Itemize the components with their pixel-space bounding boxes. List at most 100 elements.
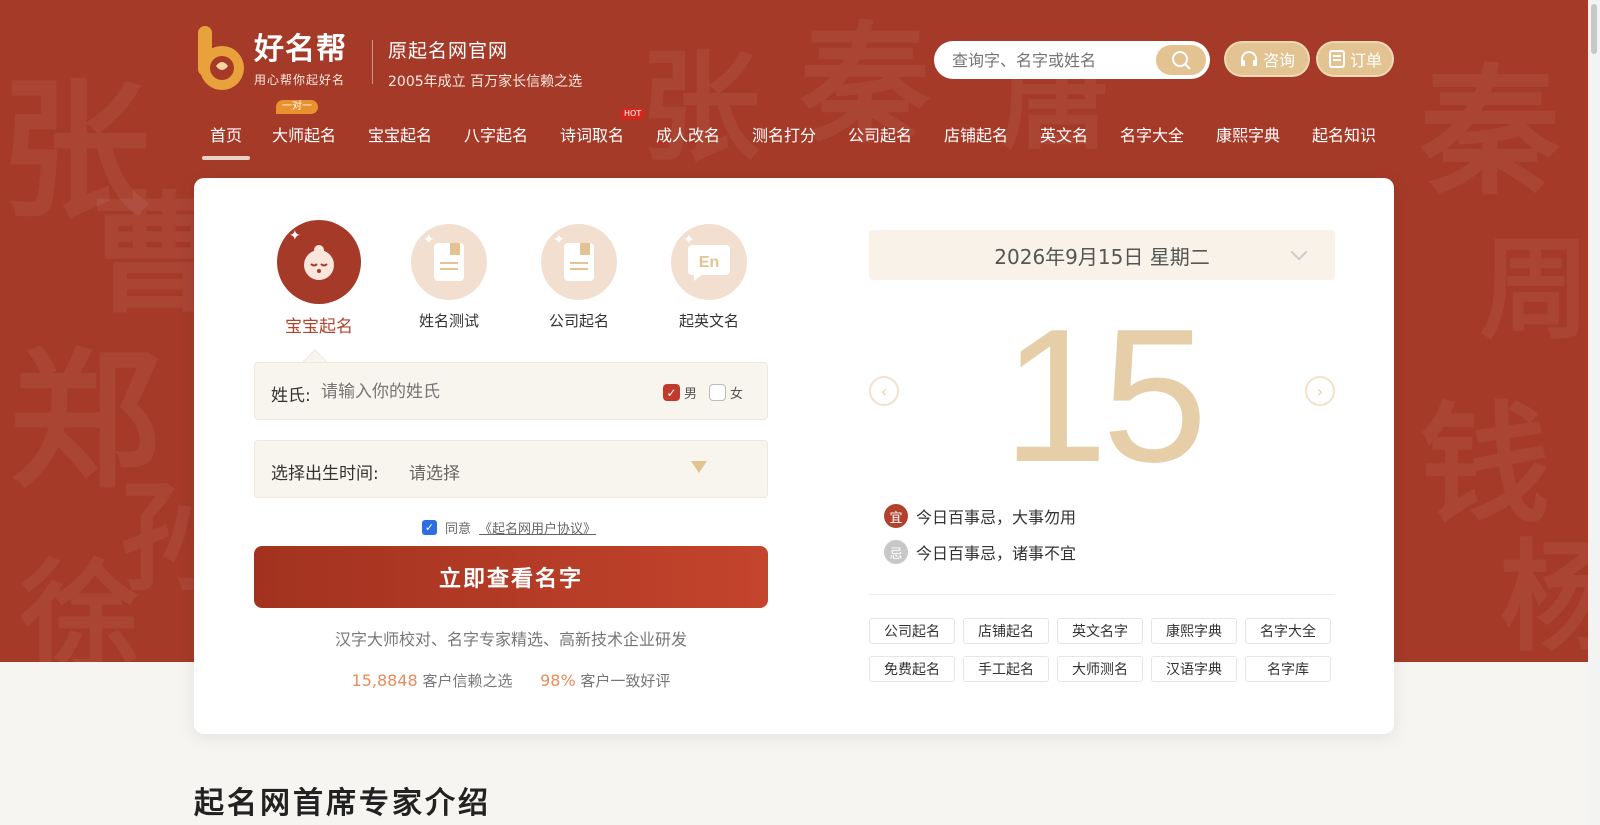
agree-text: 同意: [445, 522, 472, 537]
tab-label: 起英文名: [678, 312, 739, 330]
nav-label: 店铺起名: [943, 126, 1008, 145]
document-icon: ✦: [541, 224, 617, 300]
tab-name-test[interactable]: ✦ 姓名测试: [384, 224, 514, 337]
stats: 15,8848 客户信赖之选 98% 客户一致好评: [254, 670, 768, 691]
sparkle-icon: ✦: [289, 228, 301, 244]
tab-label: 公司起名: [548, 312, 609, 330]
quick-link[interactable]: 英文名字: [1057, 618, 1143, 644]
yi-badge: 宜: [884, 504, 908, 528]
order-label: 订单: [1349, 51, 1382, 70]
document-icon: ✦: [411, 224, 487, 300]
nav-bazi-naming[interactable]: 八字起名: [448, 118, 544, 160]
order-list-icon: [1328, 50, 1345, 68]
consult-button[interactable]: 咨询: [1224, 41, 1310, 77]
order-button[interactable]: 订单: [1316, 41, 1394, 77]
nav-company-naming[interactable]: 公司起名: [832, 118, 928, 160]
surname-row: 姓氏: ✓ 男 女: [254, 362, 768, 420]
baby-face-icon: ✦: [277, 220, 361, 304]
tagline: 汉字大师校对、名字专家精选、高新技术企业研发: [334, 630, 687, 649]
quick-link[interactable]: 康熙字典: [1151, 618, 1237, 644]
quick-link[interactable]: 店铺起名: [963, 618, 1049, 644]
search-button[interactable]: [1156, 45, 1206, 75]
agreement-link[interactable]: 《起名网用户协议》: [479, 518, 596, 537]
quick-link[interactable]: 手工起名: [963, 656, 1049, 682]
quick-links: 公司起名 店铺起名 英文名字 康熙字典 名字大全 免费起名 手工起名 大师测名 …: [869, 618, 1339, 682]
tab-baby-naming[interactable]: ✦ 宝宝起名: [254, 220, 384, 337]
brand-name: 好名帮: [254, 31, 347, 67]
sparkle-icon: ✦: [423, 232, 435, 248]
logo[interactable]: 好名帮 用心帮你起好名: [196, 26, 347, 92]
nav-baby-naming[interactable]: 宝宝起名: [352, 118, 448, 160]
scrollbar-thumb[interactable]: [1591, 4, 1597, 54]
nav-name-collection[interactable]: 名字大全: [1104, 118, 1200, 160]
next-day-button[interactable]: ›: [1305, 376, 1335, 406]
logo-mark-icon: [196, 26, 248, 92]
nav-label: 公司起名: [847, 126, 912, 145]
ji-badge: 忌: [884, 540, 908, 564]
header-divider: [372, 40, 373, 84]
quick-link[interactable]: 公司起名: [869, 618, 955, 644]
surname-input[interactable]: [321, 377, 651, 407]
birth-time-select[interactable]: 选择出生时间: 请选择: [254, 440, 768, 498]
nav-label: 成人改名: [655, 126, 720, 145]
consult-label: 咨询: [1262, 51, 1295, 70]
headset-icon: [1240, 51, 1257, 66]
search-input[interactable]: [934, 50, 1154, 70]
one-on-one-badge: 一对一: [276, 100, 318, 114]
nav-naming-knowledge[interactable]: 起名知识: [1296, 118, 1392, 160]
birth-label: 选择出生时间:: [271, 464, 379, 484]
search-icon: [1172, 51, 1191, 70]
gender-male-option[interactable]: ✓ 男: [663, 383, 697, 402]
tab-label: 宝宝起名: [285, 317, 353, 337]
female-checkbox[interactable]: [709, 384, 726, 401]
nav-adult-rename[interactable]: 成人改名: [640, 118, 736, 160]
suitable-row: 宜 今日百事忌，大事勿用: [884, 504, 1076, 528]
yi-text: 今日百事忌，大事勿用: [916, 508, 1077, 527]
nav-label: 康熙字典: [1215, 126, 1280, 145]
divider: [869, 594, 1335, 595]
nav-label: 起名知识: [1311, 126, 1376, 145]
en-bubble-icon: ✦ En: [671, 224, 747, 300]
quick-link[interactable]: 汉语字典: [1151, 656, 1237, 682]
nav-poetry-naming[interactable]: HOT 诗词取名: [544, 108, 646, 160]
site-subtitle: 2005年成立 百万家长信赖之选: [388, 74, 583, 90]
sparkle-icon: ✦: [553, 232, 565, 248]
gender-female-option[interactable]: 女: [709, 383, 743, 402]
male-checkbox[interactable]: ✓: [663, 384, 680, 401]
stat-customers-number: 15,8848: [351, 671, 418, 690]
tab-english-name[interactable]: ✦ En 起英文名: [644, 224, 774, 337]
big-day-number: 15: [1002, 290, 1207, 502]
chevron-right-icon: ›: [1316, 381, 1324, 401]
tab-company-naming[interactable]: ✦ 公司起名: [514, 224, 644, 337]
agree-checkbox[interactable]: ✓: [422, 520, 437, 535]
quick-link[interactable]: 名字大全: [1245, 618, 1331, 644]
nav-shop-naming[interactable]: 店铺起名: [928, 118, 1024, 160]
nav-kangxi-dictionary[interactable]: 康熙字典: [1200, 118, 1296, 160]
nav-label: 测名打分: [751, 126, 816, 145]
date-selector[interactable]: 2026年9月15日 星期二: [869, 230, 1335, 280]
nav-home[interactable]: 首页: [196, 118, 256, 160]
nav-label: 英文名: [1039, 126, 1088, 145]
nav-english-name[interactable]: 英文名: [1024, 118, 1104, 160]
service-tabs: ✦ 宝宝起名 ✦ 姓名测试 ✦ 公司起名 ✦ En 起英文名: [254, 220, 774, 337]
male-label: 男: [684, 387, 698, 402]
date-text: 2026年9月15日 星期二: [994, 244, 1210, 269]
nav-label: 首页: [209, 126, 242, 145]
brand-slogan: 用心帮你起好名: [254, 72, 346, 87]
birth-value: 请选择: [409, 464, 460, 484]
nav-name-score[interactable]: 测名打分: [736, 118, 832, 160]
nav-master-naming[interactable]: 一对一大师起名: [256, 100, 352, 160]
quick-link[interactable]: 免费起名: [869, 656, 955, 682]
stat-rating-text: 客户一致好评: [580, 672, 671, 690]
page-scrollbar[interactable]: [1588, 0, 1600, 825]
stat-rating-number: 98%: [540, 671, 576, 690]
avoid-row: 忌 今日百事忌，诸事不宜: [884, 540, 1076, 564]
nav-label: 八字起名: [463, 126, 528, 145]
nav-label: 大师起名: [271, 126, 336, 145]
en-glyph: En: [699, 254, 719, 271]
quick-link[interactable]: 大师测名: [1057, 656, 1143, 682]
quick-link[interactable]: 名字库: [1245, 656, 1331, 682]
main-nav: 首页 一对一大师起名 宝宝起名 八字起名 HOT 诗词取名 成人改名 测名打分 公…: [196, 100, 1392, 160]
submit-button[interactable]: 立即查看名字: [254, 546, 768, 608]
site-info: 原起名网官网 2005年成立 百万家长信赖之选: [388, 36, 582, 91]
